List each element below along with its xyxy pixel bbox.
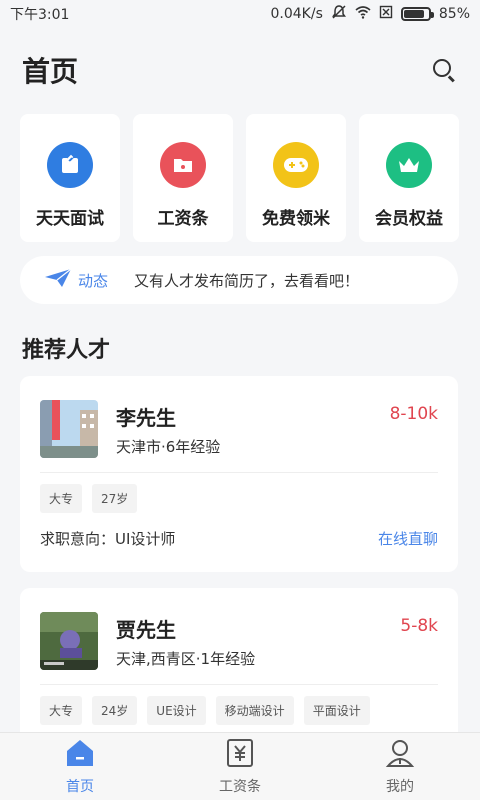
sim-off-icon	[379, 5, 393, 23]
tag: UE设计	[147, 696, 206, 725]
talent-intent: 求职意向：UI设计师	[40, 530, 176, 548]
news-text: 又有人才发布简历了，去看看吧！	[134, 271, 360, 290]
quick-action-free-rice[interactable]: 免费领米	[246, 114, 346, 242]
tag: 大专	[40, 484, 83, 513]
home-icon	[64, 738, 96, 772]
talent-tags: 大专 24岁 UE设计 移动端设计 平面设计	[40, 696, 370, 725]
battery-percent: 85%	[438, 6, 470, 22]
talent-name: 李先生	[116, 406, 176, 430]
quick-action-label: 会员权益	[375, 209, 443, 229]
status-bar: 下午3:01 0.04K/s 85%	[0, 0, 480, 28]
talent-name: 贾先生	[116, 618, 176, 642]
divider	[40, 472, 438, 473]
quick-action-member[interactable]: 会员权益	[359, 114, 459, 242]
talent-salary: 8-10k	[389, 404, 438, 424]
tab-label: 我的	[386, 778, 414, 795]
quick-action-interview[interactable]: 天天面试	[20, 114, 120, 242]
online-chat-button[interactable]: 在线直聊	[378, 528, 438, 549]
tab-payslip[interactable]: 工资条	[180, 738, 300, 796]
divider	[40, 684, 438, 685]
interview-icon	[47, 142, 93, 188]
page-title: 首页	[22, 55, 79, 88]
talent-meta: 天津,西青区·1年经验	[116, 650, 256, 668]
tab-home[interactable]: 首页	[20, 738, 140, 796]
news-tag: 动态	[44, 268, 108, 292]
crown-icon	[386, 142, 432, 188]
status-time: 下午3:01	[10, 7, 70, 23]
status-right: 0.04K/s 85%	[270, 4, 470, 24]
avatar	[40, 612, 98, 670]
network-speed: 0.04K/s	[270, 6, 323, 22]
tag: 平面设计	[303, 696, 370, 725]
tag: 大专	[40, 696, 83, 725]
tab-label: 首页	[66, 778, 94, 795]
bottom-tab-bar: 首页 工资条 我的	[0, 732, 480, 800]
tag: 移动端设计	[215, 696, 294, 725]
paper-plane-icon	[44, 268, 72, 292]
battery-icon	[400, 7, 434, 21]
page-header: 首页	[0, 40, 480, 100]
tab-label: 工资条	[219, 778, 261, 795]
avatar	[40, 400, 98, 458]
folder-icon	[160, 142, 206, 188]
quick-actions: 天天面试 工资条 免费领米 会员权益	[20, 114, 480, 242]
tag: 24岁	[92, 696, 138, 725]
quick-action-label: 免费领米	[262, 209, 330, 229]
search-button[interactable]	[430, 56, 458, 84]
news-bar[interactable]: 动态 又有人才发布简历了，去看看吧！	[20, 256, 458, 304]
talent-card[interactable]: 李先生 8-10k 天津市·6年经验 大专 27岁 求职意向：UI设计师 在线直…	[20, 376, 458, 572]
tab-mine[interactable]: 我的	[340, 738, 460, 796]
quick-action-payslip[interactable]: 工资条	[133, 114, 233, 242]
tag: 27岁	[92, 484, 138, 513]
user-icon	[385, 738, 415, 772]
news-tag-label: 动态	[78, 271, 109, 290]
talent-tags: 大专 27岁	[40, 484, 138, 513]
talent-salary: 5-8k	[400, 616, 438, 636]
gamepad-icon	[273, 142, 319, 188]
quick-action-label: 工资条	[157, 209, 209, 229]
wifi-icon	[355, 5, 371, 23]
mute-icon	[331, 4, 347, 24]
talent-meta: 天津市·6年经验	[116, 438, 221, 456]
yen-icon	[225, 738, 255, 772]
quick-action-label: 天天面试	[36, 209, 104, 229]
battery-level	[403, 10, 425, 18]
section-title: 推荐人才	[22, 338, 111, 363]
